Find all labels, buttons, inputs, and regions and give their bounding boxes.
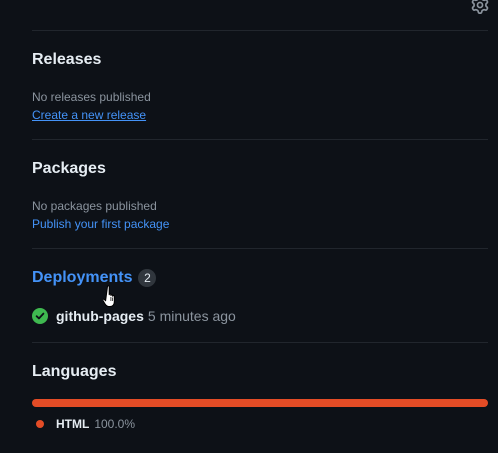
section-divider: [32, 248, 488, 249]
hand-pointer-cursor: [102, 285, 119, 309]
deployments-count-badge: 2: [138, 269, 157, 287]
releases-empty-text: No releases published: [32, 90, 151, 104]
language-item[interactable]: HTML 100.0%: [36, 417, 135, 431]
section-divider: [32, 342, 488, 343]
deployment-environment-link[interactable]: github-pages: [56, 308, 144, 324]
deployments-heading-link[interactable]: Deployments 2: [32, 268, 157, 288]
create-release-link[interactable]: Create a new release: [32, 107, 146, 123]
packages-heading: Packages: [32, 160, 106, 177]
language-bar-segment-html: [32, 399, 488, 407]
check-circle-icon: [32, 308, 48, 324]
languages-heading: Languages: [32, 363, 117, 380]
about-sidebar: Releases No releases published Create a …: [0, 0, 498, 453]
section-divider: [32, 139, 488, 140]
releases-heading: Releases: [32, 51, 102, 68]
section-divider: [32, 30, 488, 31]
gear-icon[interactable]: [471, 0, 489, 14]
language-bar[interactable]: [32, 399, 488, 407]
packages-empty-text: No packages published: [32, 199, 157, 213]
language-color-dot: [36, 420, 44, 428]
language-percent: 100.0%: [94, 417, 136, 431]
deployment-item[interactable]: github-pages 5 minutes ago: [32, 308, 236, 324]
language-name: HTML: [56, 417, 90, 431]
publish-package-link[interactable]: Publish your first package: [32, 216, 169, 232]
deployment-time: 5 minutes ago: [147, 308, 236, 324]
